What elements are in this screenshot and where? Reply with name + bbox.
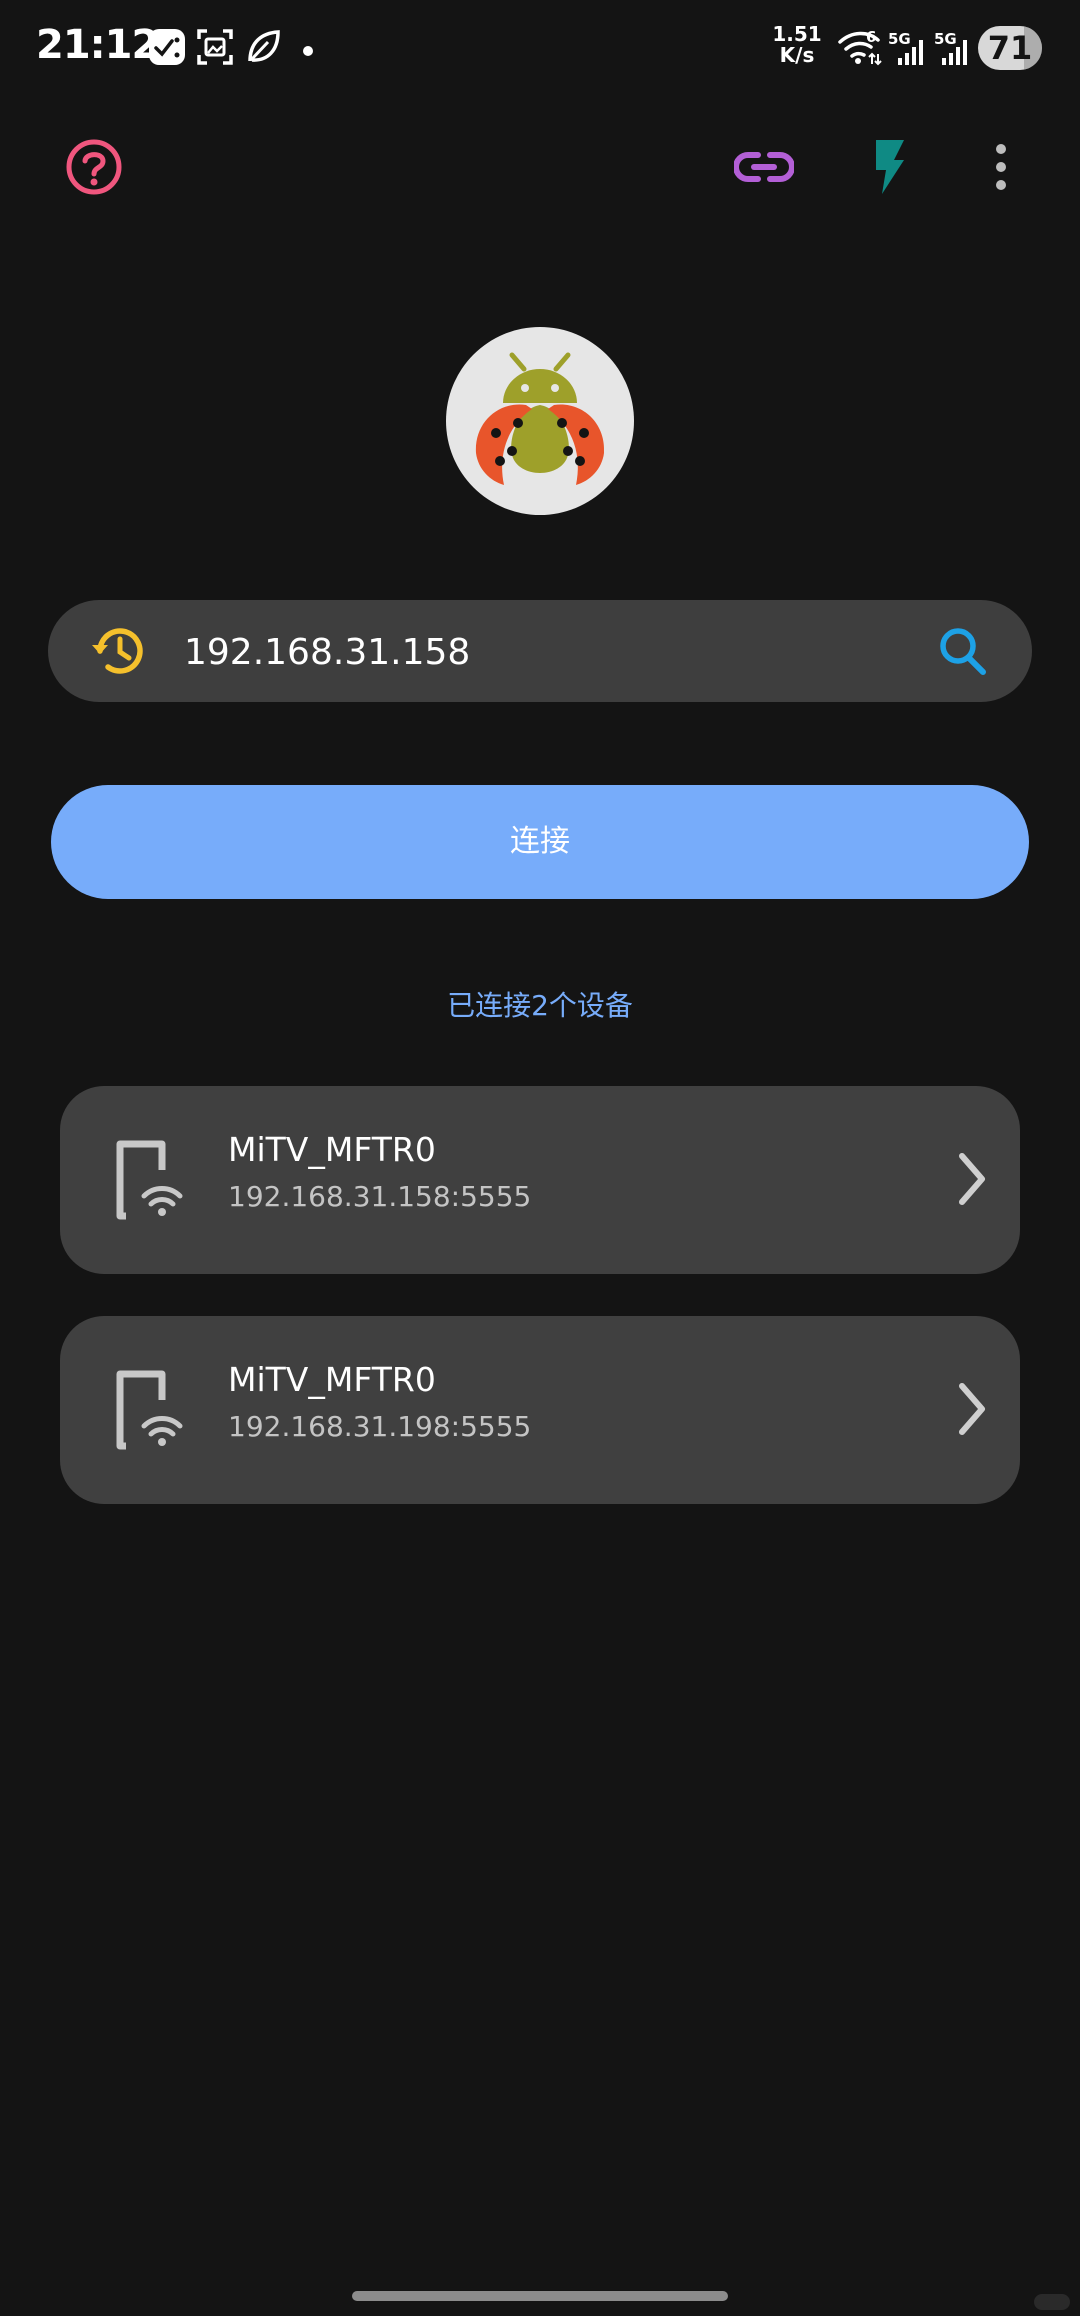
connected-devices-count: 已连接2个设备: [447, 989, 633, 1022]
network-speed-unit: K/s: [779, 43, 815, 67]
network-speed-value: 1.51: [772, 22, 822, 46]
dot-icon: [302, 42, 314, 61]
ladybug-android-icon: [475, 352, 605, 485]
more-vert-icon[interactable]: [969, 135, 1033, 199]
gesture-navigation-bar[interactable]: [352, 2291, 728, 2301]
signal-icon: [940, 36, 972, 70]
status-time: 21:12: [36, 22, 159, 68]
wifi-icon: [838, 30, 884, 70]
screenshot-icon: [196, 28, 234, 70]
chevron-right-icon: [954, 1380, 990, 1442]
link-icon[interactable]: [732, 135, 796, 199]
chevron-right-icon: [954, 1150, 990, 1212]
signal-icon: [896, 36, 928, 70]
device-address: 192.168.31.158:5555: [228, 1180, 532, 1213]
check-notification-icon: [148, 28, 186, 70]
wireless-device-icon: [116, 1370, 186, 1456]
ip-search-field: [48, 600, 1032, 702]
history-icon[interactable]: [90, 625, 146, 681]
app-logo: [446, 327, 634, 515]
network-speed: 1.51 K/s: [772, 24, 822, 66]
battery-icon: 71: [978, 26, 1042, 70]
wifi-badge: 6: [866, 28, 877, 46]
device-address: 192.168.31.198:5555: [228, 1410, 532, 1443]
ip-address-input[interactable]: [182, 618, 946, 686]
device-name: MiTV_MFTR0: [228, 1130, 436, 1169]
watermark: [1034, 2294, 1070, 2310]
wireless-device-icon: [116, 1140, 186, 1226]
help-icon[interactable]: [62, 135, 126, 199]
flash-icon[interactable]: [856, 135, 920, 199]
device-list-item[interactable]: MiTV_MFTR0 192.168.31.198:5555: [60, 1316, 1020, 1504]
search-icon[interactable]: [938, 625, 988, 681]
device-name: MiTV_MFTR0: [228, 1360, 436, 1399]
leaf-icon: [244, 28, 282, 70]
battery-level: 71: [987, 29, 1033, 67]
connect-button[interactable]: 连接: [51, 785, 1029, 899]
device-list-item[interactable]: MiTV_MFTR0 192.168.31.158:5555: [60, 1086, 1020, 1274]
status-bar: 21:12 1.51 K/s 6 5G 5G 71: [0, 0, 1080, 96]
